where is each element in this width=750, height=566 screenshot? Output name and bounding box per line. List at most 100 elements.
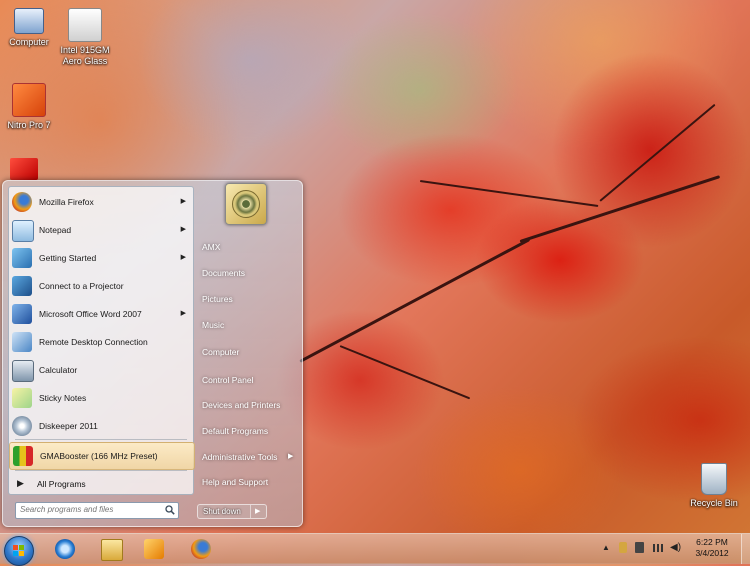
all-programs-button[interactable]: ▶ All Programs bbox=[8, 476, 192, 492]
firefox-icon bbox=[191, 539, 211, 559]
right-item-amx[interactable]: AMX bbox=[202, 242, 220, 252]
right-item-label: Computer bbox=[202, 347, 240, 357]
windows-logo-icon bbox=[13, 545, 25, 557]
tray-expand-icon[interactable]: ▲ bbox=[602, 543, 610, 552]
program-label: Microsoft Office Word 2007 bbox=[39, 309, 142, 319]
desktop-icon-label: Nitro Pro 7 bbox=[7, 120, 51, 130]
all-programs-label: All Programs bbox=[37, 479, 86, 489]
program-label: Connect to a Projector bbox=[39, 281, 124, 291]
program-item-remote-desktop[interactable]: Remote Desktop Connection bbox=[9, 329, 193, 355]
nitro-icon bbox=[12, 83, 46, 117]
separator bbox=[15, 439, 187, 440]
right-item-help-support[interactable]: Help and Support bbox=[202, 477, 268, 487]
right-item-devices-printers[interactable]: Devices and Printers bbox=[202, 400, 280, 410]
program-item-calculator[interactable]: Calculator bbox=[9, 357, 193, 383]
media-player-icon bbox=[144, 539, 164, 559]
taskbar-firefox-button[interactable] bbox=[183, 537, 219, 561]
right-item-label: Music bbox=[202, 320, 225, 330]
program-label: Diskeeper 2011 bbox=[39, 421, 98, 431]
program-item-diskeeper[interactable]: Diskeeper 2011 bbox=[9, 413, 193, 439]
right-item-computer[interactable]: Computer bbox=[202, 347, 239, 357]
right-item-label: Control Panel bbox=[202, 375, 254, 385]
recycle-bin-icon bbox=[701, 463, 727, 495]
right-item-label: Default Programs bbox=[202, 426, 269, 436]
program-item-sticky-notes[interactable]: Sticky Notes bbox=[9, 385, 193, 411]
notepad-icon bbox=[12, 220, 34, 242]
start-button[interactable] bbox=[4, 536, 34, 566]
program-item-gmabooster[interactable]: GMABooster (166 MHz Preset) bbox=[9, 442, 195, 470]
taskbar-ie-button[interactable] bbox=[47, 537, 83, 561]
divider bbox=[250, 505, 251, 518]
firefox-icon bbox=[12, 192, 32, 212]
tray-signal-icon[interactable] bbox=[653, 544, 663, 552]
submenu-arrow-icon: ▶ bbox=[180, 310, 186, 317]
shutdown-button[interactable]: Shut down ▶ bbox=[197, 504, 267, 519]
desktop-icon-label: Intel 915GM Aero Glass bbox=[60, 45, 110, 66]
clock-date: 3/4/2012 bbox=[695, 548, 729, 558]
program-item-firefox[interactable]: Mozilla Firefox ▶ bbox=[9, 189, 193, 215]
user-picture[interactable] bbox=[225, 183, 267, 225]
program-label: Mozilla Firefox bbox=[39, 197, 94, 207]
folder-icon bbox=[101, 539, 123, 561]
right-item-label: Devices and Printers bbox=[202, 400, 281, 410]
pdf-icon[interactable] bbox=[10, 158, 38, 180]
desktop-icon-nitro[interactable]: Nitro Pro 7 bbox=[0, 83, 64, 131]
program-item-projector[interactable]: Connect to a Projector bbox=[9, 273, 193, 299]
program-label: GMABooster (166 MHz Preset) bbox=[40, 451, 158, 461]
sticky-notes-icon bbox=[12, 388, 32, 408]
computer-icon bbox=[14, 8, 44, 34]
tray-volume-icon[interactable]: ◀) bbox=[670, 542, 681, 553]
shutdown-label: Shut down bbox=[203, 507, 241, 516]
right-item-label: Documents bbox=[202, 268, 245, 278]
search-input[interactable] bbox=[16, 503, 156, 516]
intel-icon bbox=[68, 8, 102, 42]
submenu-arrow-icon: ▶ bbox=[288, 453, 294, 460]
gmabooster-icon bbox=[13, 446, 33, 466]
projector-icon bbox=[12, 276, 32, 296]
program-label: Notepad bbox=[39, 225, 72, 235]
ie-icon bbox=[55, 539, 75, 559]
submenu-arrow-icon: ▶ bbox=[180, 198, 186, 205]
desktop-icon-label: Recycle Bin bbox=[690, 498, 738, 508]
program-label: Remote Desktop Connection bbox=[39, 337, 148, 347]
programs-pane: Mozilla Firefox ▶ Notepad ▶ Getting Star… bbox=[8, 186, 195, 495]
program-item-word[interactable]: Microsoft Office Word 2007 ▶ bbox=[9, 301, 193, 327]
calculator-icon bbox=[12, 360, 34, 382]
search-icon[interactable] bbox=[165, 505, 175, 515]
right-item-label: Pictures bbox=[202, 294, 233, 304]
submenu-arrow-icon: ▶ bbox=[180, 226, 186, 233]
desktop-icon-intel[interactable]: Intel 915GM Aero Glass bbox=[50, 8, 120, 67]
desktop-icon-recycle-bin[interactable]: Recycle Bin bbox=[679, 463, 749, 509]
taskbar-explorer-button[interactable] bbox=[93, 537, 129, 561]
right-item-administrative-tools[interactable]: Administrative Tools ▶ bbox=[202, 452, 293, 462]
remote-desktop-icon bbox=[12, 332, 32, 352]
right-item-control-panel[interactable]: Control Panel bbox=[202, 375, 254, 385]
clock-time: 6:22 PM bbox=[696, 537, 728, 547]
start-menu: Mozilla Firefox ▶ Notepad ▶ Getting Star… bbox=[2, 180, 303, 527]
show-desktop-button[interactable] bbox=[741, 534, 750, 564]
program-label: Sticky Notes bbox=[39, 393, 87, 403]
program-item-getting-started[interactable]: Getting Started ▶ bbox=[9, 245, 193, 271]
right-item-pictures[interactable]: Pictures bbox=[202, 294, 233, 304]
word-icon bbox=[12, 304, 32, 324]
right-item-label: Administrative Tools bbox=[202, 452, 278, 462]
program-label: Getting Started bbox=[39, 253, 97, 263]
getting-started-icon bbox=[12, 248, 32, 268]
taskbar: ▲ ◀) 6:22 PM 3/4/2012 bbox=[0, 533, 750, 566]
submenu-arrow-icon: ▶ bbox=[180, 254, 186, 261]
right-item-label: Help and Support bbox=[202, 477, 269, 487]
shutdown-options-arrow-icon[interactable]: ▶ bbox=[255, 507, 260, 515]
right-item-documents[interactable]: Documents bbox=[202, 268, 245, 278]
right-item-music[interactable]: Music bbox=[202, 320, 224, 330]
diskeeper-icon bbox=[12, 416, 32, 436]
tray-network-icon[interactable] bbox=[635, 542, 644, 553]
program-item-notepad[interactable]: Notepad ▶ bbox=[9, 217, 193, 243]
right-item-label: AMX bbox=[202, 242, 221, 252]
right-item-default-programs[interactable]: Default Programs bbox=[202, 426, 268, 436]
search-box[interactable] bbox=[15, 502, 179, 519]
clock[interactable]: 6:22 PM 3/4/2012 bbox=[688, 537, 736, 559]
user-avatar-emblem bbox=[232, 190, 260, 218]
separator bbox=[15, 470, 187, 471]
taskbar-media-player-button[interactable] bbox=[136, 537, 172, 561]
tray-shield-icon[interactable] bbox=[619, 542, 627, 553]
